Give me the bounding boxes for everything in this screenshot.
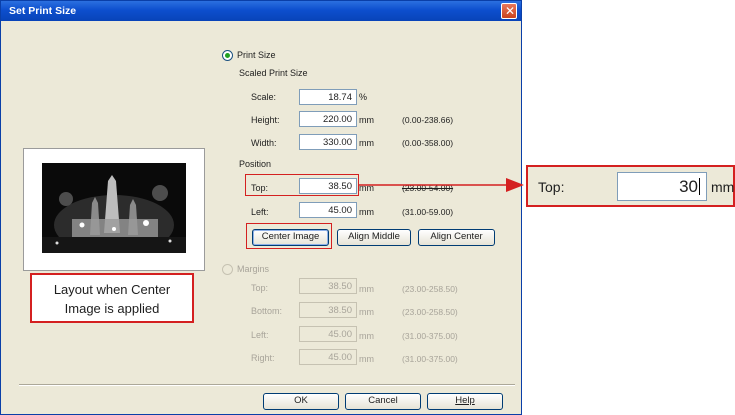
width-input[interactable]: 330.00 bbox=[299, 134, 357, 150]
center-image-highlight-box bbox=[246, 223, 332, 249]
margin-top-input[interactable]: 38.50 bbox=[299, 278, 357, 294]
layout-callout: Layout when Center Image is applied bbox=[30, 273, 194, 323]
height-range: (0.00-238.66) bbox=[402, 115, 454, 125]
height-label: Height: bbox=[251, 115, 280, 125]
margin-top-unit: mm bbox=[359, 284, 374, 294]
left-input[interactable]: 45.00 bbox=[299, 202, 357, 218]
window-title: Set Print Size bbox=[9, 5, 77, 17]
margin-bottom-range: (23.00-258.50) bbox=[402, 307, 458, 317]
help-button-label: Help bbox=[455, 395, 475, 406]
scaled-print-size-label: Scaled Print Size bbox=[239, 68, 308, 78]
margin-bottom-unit: mm bbox=[359, 307, 374, 317]
zoom-top-unit: mm bbox=[711, 179, 735, 195]
left-label: Left: bbox=[251, 207, 269, 217]
margins-radio-label: Margins bbox=[237, 264, 270, 274]
print-size-radio[interactable] bbox=[222, 50, 233, 61]
margin-top-label: Top: bbox=[251, 283, 269, 293]
align-middle-button[interactable]: Align Middle bbox=[337, 229, 411, 246]
top-highlight-box bbox=[245, 174, 359, 196]
footer-separator bbox=[19, 384, 515, 386]
width-unit: mm bbox=[359, 138, 374, 148]
position-label: Position bbox=[239, 159, 272, 169]
left-range: (31.00-59.00) bbox=[402, 207, 454, 217]
height-input[interactable]: 220.00 bbox=[299, 111, 357, 127]
callout-line-2: Image is applied bbox=[64, 301, 160, 316]
width-label: Width: bbox=[251, 138, 277, 148]
ok-button[interactable]: OK bbox=[263, 393, 339, 410]
scale-input[interactable]: 18.74 bbox=[299, 89, 357, 105]
margin-right-label: Right: bbox=[251, 353, 275, 363]
help-button[interactable]: Help bbox=[427, 393, 503, 410]
margin-right-unit: mm bbox=[359, 354, 374, 364]
margin-left-input[interactable]: 45.00 bbox=[299, 326, 357, 342]
scale-unit: % bbox=[359, 92, 368, 102]
radio-selected-dot bbox=[225, 53, 230, 58]
margin-left-range: (31.00-375.00) bbox=[402, 331, 458, 341]
margin-left-unit: mm bbox=[359, 331, 374, 341]
height-unit: mm bbox=[359, 115, 374, 125]
preview-photo bbox=[42, 163, 186, 253]
margin-right-input[interactable]: 45.00 bbox=[299, 349, 357, 365]
margin-right-range: (31.00-375.00) bbox=[402, 354, 458, 364]
title-bar[interactable]: Set Print Size ✕ bbox=[1, 1, 521, 21]
castle-night-photo bbox=[42, 163, 186, 253]
margins-radio[interactable] bbox=[222, 264, 233, 275]
right-arrow-icon bbox=[359, 178, 524, 192]
close-x-icon: ✕ bbox=[505, 4, 516, 18]
margin-bottom-input[interactable]: 38.50 bbox=[299, 302, 357, 318]
align-center-button[interactable]: Align Center bbox=[418, 229, 495, 246]
zoom-top-value: 30 bbox=[679, 177, 698, 196]
layout-preview bbox=[23, 148, 205, 271]
margin-top-range: (23.00-258.50) bbox=[402, 284, 458, 294]
print-size-radio-label: Print Size bbox=[237, 50, 276, 60]
margin-left-label: Left: bbox=[251, 330, 269, 340]
cancel-button[interactable]: Cancel bbox=[345, 393, 421, 410]
width-range: (0.00-358.00) bbox=[402, 138, 454, 148]
top-field-zoom-inset: Top: 30 mm bbox=[526, 165, 735, 207]
left-unit: mm bbox=[359, 207, 374, 217]
close-button[interactable]: ✕ bbox=[501, 3, 517, 19]
zoom-top-label: Top: bbox=[538, 179, 565, 195]
zoom-top-input[interactable]: 30 bbox=[617, 172, 707, 201]
set-print-size-dialog: Set Print Size ✕ Print Size Scaled Print… bbox=[0, 0, 522, 415]
text-caret bbox=[699, 178, 700, 195]
scale-label: Scale: bbox=[251, 92, 277, 102]
margin-bottom-label: Bottom: bbox=[251, 306, 283, 316]
callout-line-1: Layout when Center bbox=[53, 282, 171, 297]
